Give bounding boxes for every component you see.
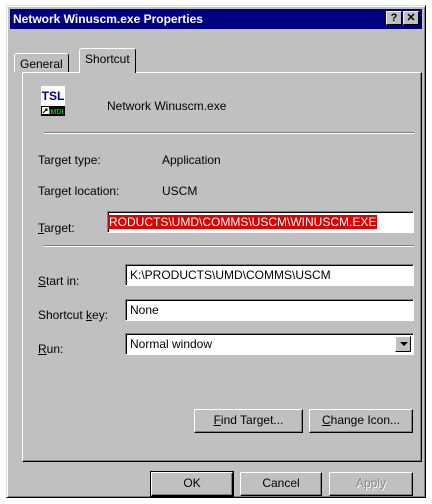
run-value: Normal window (130, 337, 213, 351)
target-location-value: USCM (162, 184, 198, 198)
shortcut-key-value: None (130, 303, 159, 317)
run-select[interactable]: Normal window (125, 333, 414, 355)
tab-general-label: General (20, 57, 63, 71)
tab-shortcut[interactable]: Shortcut (79, 48, 136, 73)
cancel-button[interactable]: Cancel (240, 472, 322, 496)
tab-general[interactable]: General (14, 53, 69, 72)
app-icon-subtext: IMDI (49, 109, 64, 116)
app-icon: TSL IMDI (41, 86, 65, 116)
window-title: Network Winuscm.exe Properties (13, 12, 203, 26)
shortcut-key-field[interactable]: None (125, 299, 414, 321)
run-dropdown-button[interactable] (395, 336, 411, 352)
chevron-down-icon (400, 342, 408, 346)
change-icon-button[interactable]: Change Icon... (309, 409, 413, 433)
separator-middle (44, 245, 414, 247)
help-button[interactable]: ? (386, 11, 402, 25)
target-location-label: Target location: (38, 184, 120, 198)
find-target-button[interactable]: Find Target... (194, 409, 303, 433)
target-field[interactable]: RODUCTS\UMD\COMMS\USCM\WINUSCM.EXE (107, 211, 414, 233)
target-type-label: Target type: (38, 153, 101, 167)
app-icon-text: TSL (42, 89, 65, 103)
run-label: Run: (38, 342, 64, 356)
start-in-label: Start in: (38, 274, 80, 288)
start-in-field[interactable]: K:\PRODUCTS\UMD\COMMS\USCM (125, 264, 414, 286)
tab-shortcut-label: Shortcut (85, 52, 130, 66)
properties-dialog: Network Winuscm.exe Properties ? ✕ Gener… (6, 5, 426, 498)
start-in-value: K:\PRODUCTS\UMD\COMMS\USCM (130, 268, 331, 282)
apply-button[interactable]: Apply (329, 472, 413, 496)
app-name: Network Winuscm.exe (107, 99, 227, 113)
target-type-value: Application (162, 153, 221, 167)
target-value: RODUCTS\UMD\COMMS\USCM\WINUSCM.EXE (108, 215, 378, 229)
title-bar[interactable]: Network Winuscm.exe Properties ? ✕ (10, 9, 422, 29)
shortcut-key-label: Shortcut key: (38, 308, 109, 322)
ok-button[interactable]: OK (150, 471, 234, 497)
close-button[interactable]: ✕ (403, 11, 419, 25)
target-label: Target: (38, 221, 75, 235)
separator-top (44, 132, 414, 134)
